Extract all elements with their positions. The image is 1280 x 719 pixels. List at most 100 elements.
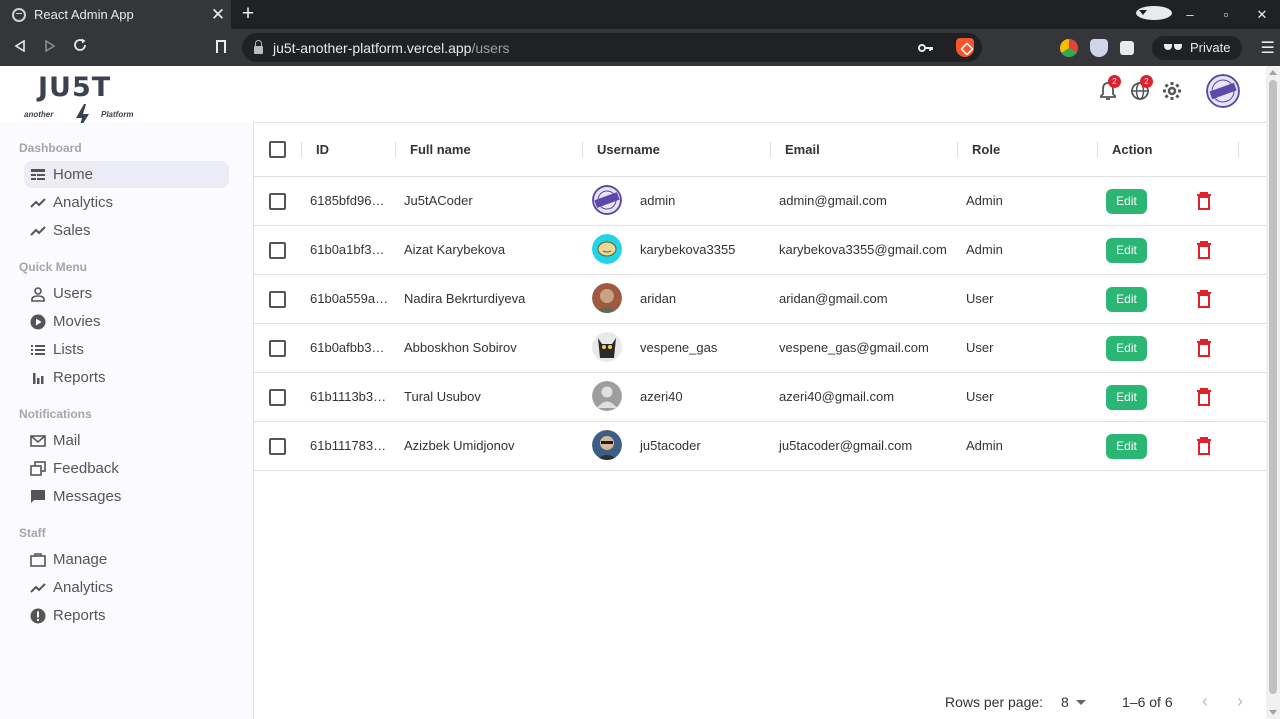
browser-menu-icon[interactable]: ☰ bbox=[1260, 38, 1274, 58]
sidebar-item-lists[interactable]: Lists bbox=[24, 336, 229, 363]
key-icon[interactable] bbox=[918, 41, 934, 56]
browser-tab[interactable]: React Admin App ✕ bbox=[0, 0, 231, 29]
edit-button[interactable]: Edit bbox=[1106, 434, 1147, 459]
users-datagrid: ID Full name Username Email Role Action … bbox=[253, 122, 1267, 719]
bookmark-icon[interactable] bbox=[216, 40, 226, 57]
table-row[interactable]: 61b0a559a… Nadira Bekrturdiyeva aridan a… bbox=[254, 275, 1267, 324]
chevron-down-icon bbox=[1136, 6, 1172, 20]
table-row[interactable]: 61b0a1bf3… Aizat Karybekova karybekova33… bbox=[254, 226, 1267, 275]
scroll-thumb[interactable] bbox=[1269, 80, 1277, 694]
sidebar-item-mail[interactable]: Mail bbox=[24, 427, 229, 454]
person-icon bbox=[31, 286, 45, 302]
logo-title: JU5T bbox=[38, 72, 112, 103]
close-window-button[interactable]: ✕ bbox=[1244, 7, 1280, 23]
settings-button[interactable] bbox=[1156, 77, 1188, 105]
address-bar[interactable]: ju5t-another-platform.vercel.app/users bbox=[242, 33, 982, 62]
table-row[interactable]: 61b111783… Azizbek Umidjonov ju5tacoder … bbox=[254, 422, 1267, 471]
edit-button[interactable]: Edit bbox=[1106, 336, 1147, 361]
cell-full-name: Ju5tACoder bbox=[404, 193, 473, 208]
sidebar-item-reports[interactable]: Reports bbox=[24, 364, 229, 391]
caret-down-icon[interactable] bbox=[1076, 700, 1086, 705]
edit-button[interactable]: Edit bbox=[1106, 189, 1147, 214]
delete-icon[interactable] bbox=[1197, 388, 1211, 406]
gear-icon bbox=[1163, 82, 1181, 100]
edit-button[interactable]: Edit bbox=[1106, 238, 1147, 263]
rows-per-page-select[interactable]: 8 bbox=[1061, 694, 1069, 710]
sidebar-item-sales[interactable]: Sales bbox=[24, 217, 229, 244]
sidebar-item-staff-analytics[interactable]: Analytics bbox=[24, 574, 229, 601]
sidebar-item-feedback[interactable]: Feedback bbox=[24, 455, 229, 482]
row-checkbox[interactable] bbox=[269, 340, 286, 357]
column-header-id[interactable]: ID bbox=[316, 123, 329, 177]
edit-button[interactable]: Edit bbox=[1106, 385, 1147, 410]
sidebar-item-movies[interactable]: Movies bbox=[24, 308, 229, 335]
sidebar-item-home[interactable]: Home bbox=[24, 161, 229, 188]
column-header-email[interactable]: Email bbox=[785, 123, 820, 177]
column-header-action[interactable]: Action bbox=[1112, 123, 1152, 177]
trending-up-icon bbox=[30, 225, 46, 236]
cell-role: User bbox=[966, 389, 994, 404]
cell-email: azeri40@gmail.com bbox=[779, 389, 895, 404]
row-checkbox[interactable] bbox=[269, 193, 286, 210]
tab-close-icon[interactable]: ✕ bbox=[205, 5, 231, 25]
cell-id: 61b111783… bbox=[310, 438, 387, 453]
minimize-button[interactable]: – bbox=[1172, 7, 1208, 22]
table-row[interactable]: 61b1113b3… Tural Usubov azeri40 azeri40@… bbox=[254, 373, 1267, 422]
sidebar-item-manage[interactable]: Manage bbox=[24, 546, 229, 573]
logo-sub-right: Platform bbox=[101, 110, 134, 119]
user-avatar[interactable] bbox=[1206, 74, 1240, 108]
row-checkbox[interactable] bbox=[269, 291, 286, 308]
back-button[interactable] bbox=[5, 39, 35, 57]
cell-email: aridan@gmail.com bbox=[779, 291, 888, 306]
app-logo[interactable]: JU5T another Platform bbox=[22, 72, 144, 130]
globe-icon bbox=[12, 7, 26, 22]
shield-extension-icon[interactable] bbox=[1090, 38, 1108, 57]
new-tab-button[interactable]: + bbox=[238, 2, 258, 26]
column-header-role[interactable]: Role bbox=[972, 123, 1000, 177]
column-header-full-name[interactable]: Full name bbox=[410, 123, 471, 177]
reload-button[interactable] bbox=[65, 38, 95, 57]
tab-search-button[interactable] bbox=[1136, 6, 1172, 23]
sidebar-item-users[interactable]: Users bbox=[24, 280, 229, 307]
sidebar-item-label: Mail bbox=[53, 432, 81, 449]
cell-email: karybekova3355@gmail.com bbox=[779, 242, 947, 257]
scroll-up-arrow[interactable] bbox=[1269, 70, 1277, 75]
table-row[interactable]: 61b0afbb3… Abboskhon Sobirov vespene_gas… bbox=[254, 324, 1267, 373]
sidebar-item-label: Manage bbox=[53, 551, 108, 568]
page-scrollbar[interactable] bbox=[1266, 66, 1280, 719]
row-checkbox[interactable] bbox=[269, 438, 286, 455]
sidebar-item-staff-reports[interactable]: Reports bbox=[24, 602, 229, 629]
column-header-username[interactable]: Username bbox=[597, 123, 660, 177]
cell-username: karybekova3355 bbox=[640, 242, 736, 257]
brave-shield-icon[interactable] bbox=[956, 38, 974, 57]
next-page-button[interactable]: › bbox=[1237, 691, 1243, 712]
maximize-button[interactable]: ▫ bbox=[1208, 7, 1244, 22]
previous-page-button[interactable]: ‹ bbox=[1202, 691, 1208, 712]
language-button[interactable]: 2 bbox=[1124, 75, 1156, 105]
notifications-button[interactable]: 2 bbox=[1092, 75, 1124, 105]
rows-per-page-label: Rows per page: bbox=[945, 694, 1044, 710]
extension-icon[interactable] bbox=[1060, 38, 1078, 57]
sidebar-item-label: Analytics bbox=[53, 579, 114, 596]
cell-role: Admin bbox=[966, 438, 1003, 453]
puzzle-icon[interactable] bbox=[1120, 40, 1134, 55]
delete-icon[interactable] bbox=[1197, 192, 1211, 210]
cell-id: 61b1113b3… bbox=[310, 389, 387, 404]
private-window-badge[interactable]: Private bbox=[1152, 35, 1243, 60]
delete-icon[interactable] bbox=[1197, 241, 1211, 259]
table-row[interactable]: 6185bfd96… Ju5tACoder admin admin@gmail.… bbox=[254, 177, 1267, 226]
sidebar-item-label: Reports bbox=[53, 607, 106, 624]
edit-button[interactable]: Edit bbox=[1106, 287, 1147, 312]
forward-button[interactable] bbox=[35, 39, 65, 57]
delete-icon[interactable] bbox=[1197, 339, 1211, 357]
delete-icon[interactable] bbox=[1197, 290, 1211, 308]
list-icon bbox=[31, 344, 45, 355]
delete-icon[interactable] bbox=[1197, 437, 1211, 455]
scroll-down-arrow[interactable] bbox=[1269, 710, 1277, 715]
sidebar-item-analytics[interactable]: Analytics bbox=[24, 189, 229, 216]
user-avatar bbox=[592, 234, 622, 264]
select-all-checkbox[interactable] bbox=[269, 141, 286, 158]
row-checkbox[interactable] bbox=[269, 389, 286, 406]
sidebar-item-messages[interactable]: Messages bbox=[24, 483, 229, 510]
row-checkbox[interactable] bbox=[269, 242, 286, 259]
